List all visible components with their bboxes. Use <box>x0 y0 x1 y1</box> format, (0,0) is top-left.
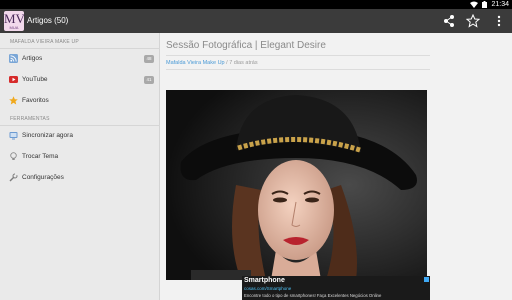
action-bar: MV MUA Artigos (50) <box>0 9 512 33</box>
divider <box>166 69 430 70</box>
article-meta: Mafalda Vieira Make Up / 7 dias atrás <box>166 60 258 66</box>
wifi-icon <box>470 1 479 8</box>
wrench-icon <box>9 173 18 182</box>
article-view: Sessão Fotográfica | Elegant Desire Mafa… <box>160 33 512 300</box>
article-age: 7 dias atrás <box>229 60 258 66</box>
drawer-item-artigos[interactable]: Artigos 48 <box>0 49 160 69</box>
drawer-item-label: Favoritos <box>22 97 49 104</box>
section-header-tools: FERRAMENTAS <box>10 116 50 122</box>
ad-choices-icon[interactable] <box>424 277 429 282</box>
drawer-item-sync[interactable]: Sincronizar agora <box>0 126 160 146</box>
lightbulb-icon <box>10 152 17 160</box>
drawer-item-theme[interactable]: Trocar Tema <box>0 147 160 167</box>
drawer-item-label: Configurações <box>22 174 64 181</box>
section-header-blog: MAFALDA VIEIRA MAKE UP <box>10 39 79 45</box>
battery-icon <box>482 1 488 8</box>
meta-separator: / <box>226 60 228 66</box>
drawer-item-label: Trocar Tema <box>22 153 59 160</box>
drawer-item-settings[interactable]: Configurações <box>0 168 160 188</box>
ad-title: Smartphone <box>244 277 285 284</box>
status-time: 21:34 <box>491 1 509 8</box>
status-bar: 21:34 <box>0 0 512 9</box>
drawer-item-label: YouTube <box>22 76 48 83</box>
sync-icon <box>9 132 18 140</box>
app-logo[interactable]: MV MUA <box>4 11 25 31</box>
app-window: 21:34 MV MUA Artigos (50) MAFALDA VIEIRA… <box>0 0 512 300</box>
logo-subtext: MUA <box>9 25 19 30</box>
drawer-item-youtube[interactable]: YouTube 41 <box>0 70 160 90</box>
ad-banner[interactable]: Smartphone cosas.com/Smartphone Encontre… <box>242 276 430 300</box>
overflow-menu-icon[interactable] <box>492 14 506 28</box>
rss-icon <box>9 54 18 63</box>
navigation-drawer: MAFALDA VIEIRA MAKE UP Artigos 48 YouTub… <box>0 33 160 300</box>
star-icon[interactable] <box>466 14 480 28</box>
share-icon[interactable] <box>442 14 456 28</box>
ad-url: cosas.com/Smartphone <box>244 286 292 291</box>
drawer-item-label: Artigos <box>22 55 43 62</box>
drawer-item-favoritos[interactable]: Favoritos <box>0 91 160 111</box>
drawer-item-label: Sincronizar agora <box>22 132 73 139</box>
youtube-icon <box>9 76 18 83</box>
count-badge: 41 <box>144 76 154 84</box>
ad-description: Encontre todo o tipo de smartphones! Faç… <box>244 293 382 298</box>
app-title: Artigos (50) <box>27 16 69 25</box>
article-title: Sessão Fotográfica | Elegant Desire <box>166 40 326 51</box>
author-link[interactable]: Mafalda Vieira Make Up <box>166 60 225 66</box>
divider <box>166 55 430 56</box>
star-icon <box>9 96 18 105</box>
count-badge: 48 <box>144 55 154 63</box>
portrait-photo <box>166 90 427 280</box>
article-photo[interactable] <box>166 90 427 280</box>
